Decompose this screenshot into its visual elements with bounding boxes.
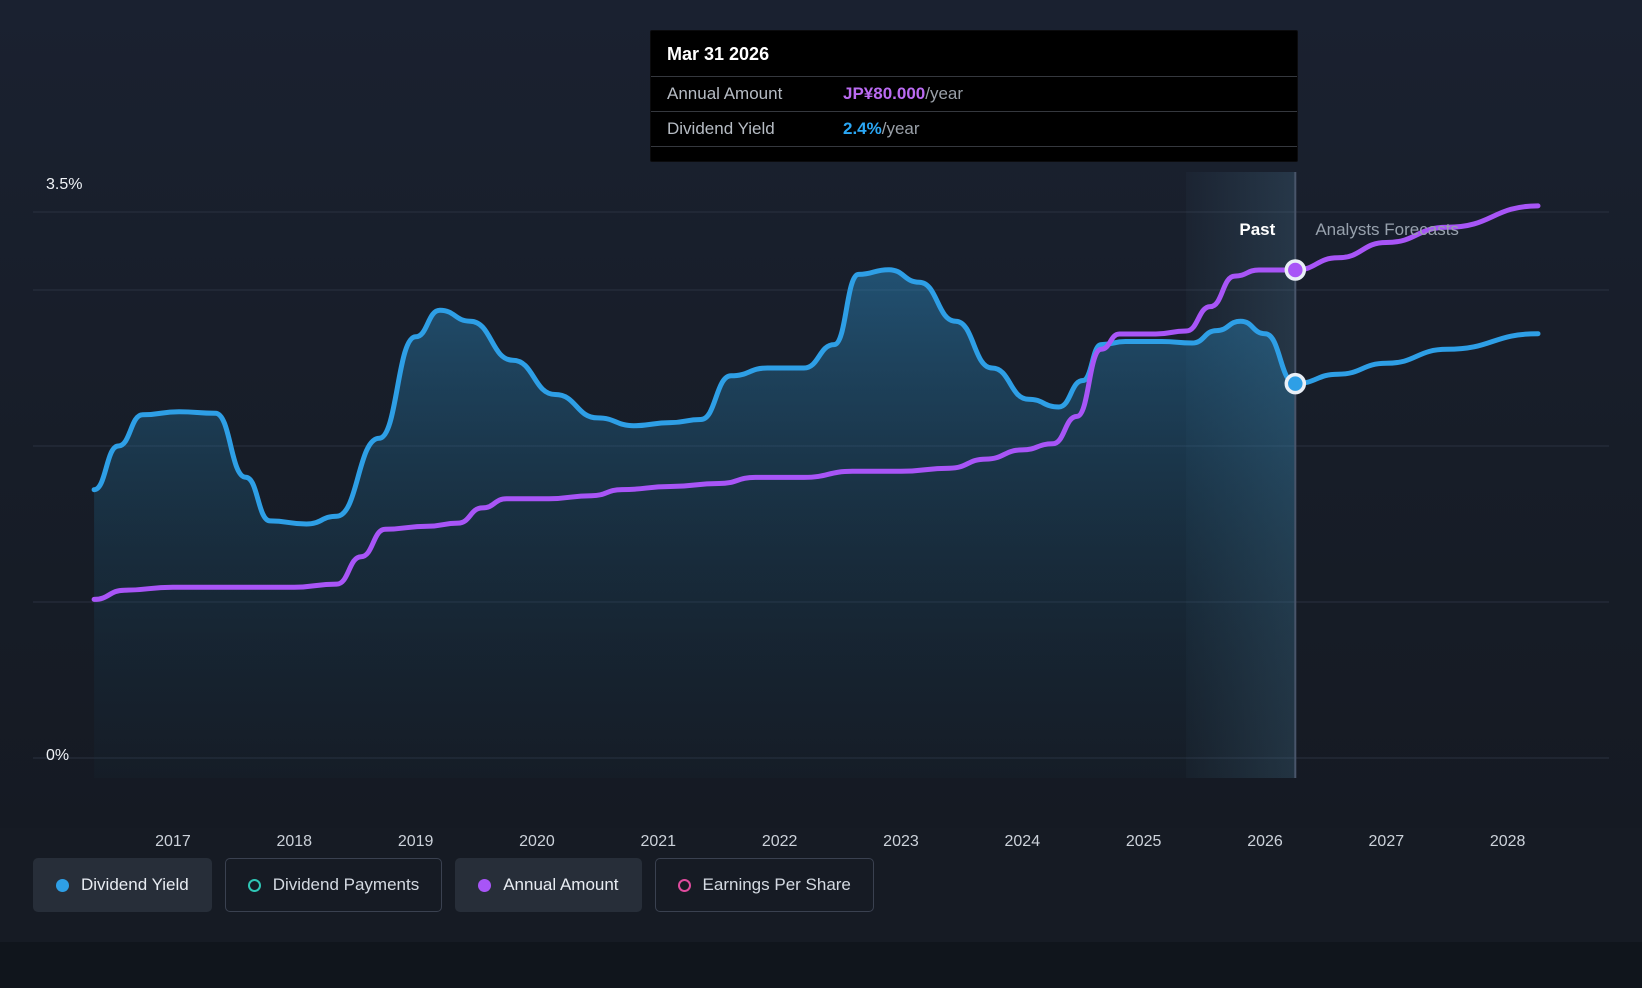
tooltip-date: Mar 31 2026 xyxy=(651,31,1297,76)
tooltip-row-suffix: /year xyxy=(882,119,920,138)
dividend-yield-line-forecast xyxy=(1295,334,1538,384)
x-axis-label-2023: 2023 xyxy=(861,833,941,851)
past-section-label: Past xyxy=(1183,220,1275,240)
legend-item-label: Annual Amount xyxy=(503,875,618,895)
legend-item-label: Earnings Per Share xyxy=(703,875,851,895)
dividend-yield-marker[interactable] xyxy=(1286,375,1304,393)
tooltip-row-value-group: JP¥80.000/year xyxy=(843,84,963,104)
bottom-bar xyxy=(0,942,1642,988)
x-axis-label-2024: 2024 xyxy=(982,833,1062,851)
tooltip-row-label: Dividend Yield xyxy=(667,119,843,139)
x-axis-label-2019: 2019 xyxy=(376,833,456,851)
legend-item-annual-amount[interactable]: Annual Amount xyxy=(455,858,641,912)
plot-region: 3.5% 0% Past Analysts Forecasts 20172018… xyxy=(0,0,1642,828)
filled-circle-icon xyxy=(56,879,69,892)
x-axis-label-2026: 2026 xyxy=(1225,833,1305,851)
y-axis-max-label: 3.5% xyxy=(46,176,82,194)
tooltip-row-annual-amount: Annual Amount JP¥80.000/year xyxy=(651,76,1297,111)
legend-item-earnings-per-share[interactable]: Earnings Per Share xyxy=(655,858,874,912)
dividend-history-chart: 3.5% 0% Past Analysts Forecasts 2017 2018… xyxy=(0,0,1642,988)
x-axis-label-2018: 2018 xyxy=(254,833,334,851)
legend-item-label: Dividend Yield xyxy=(81,875,189,895)
x-axis: 2017 2018 2019 2020 2021 2022 2023 2024 2025 2026… xyxy=(0,833,1642,857)
legend-item-dividend-payments[interactable]: Dividend Payments xyxy=(225,858,442,912)
open-circle-icon xyxy=(248,879,261,892)
y-axis-min-label: 0% xyxy=(46,747,69,765)
x-axis-label-2025: 2025 xyxy=(1104,833,1184,851)
filled-circle-icon xyxy=(478,879,491,892)
tooltip-row-label: Annual Amount xyxy=(667,84,843,104)
annual-amount-marker[interactable] xyxy=(1286,261,1304,279)
x-axis-label-2027: 2027 xyxy=(1346,833,1426,851)
chart-legend: Dividend Yield Dividend Payments Annual Am… xyxy=(33,858,874,912)
chart-tooltip: Mar 31 2026 Annual Amount JP¥80.000/year… xyxy=(650,30,1298,162)
legend-item-label: Dividend Payments xyxy=(273,875,419,895)
x-axis-label-2017: 2017 xyxy=(133,833,213,851)
x-axis-label-2028: 2028 xyxy=(1468,833,1548,851)
forecast-section-label: Analysts Forecasts xyxy=(1315,220,1459,240)
open-circle-icon xyxy=(678,879,691,892)
tooltip-dividend-yield-value: 2.4% xyxy=(843,119,882,138)
tooltip-row-dividend-yield: Dividend Yield 2.4%/year xyxy=(651,111,1297,147)
dividend-yield-area xyxy=(94,270,1295,778)
tooltip-row-value-group: 2.4%/year xyxy=(843,119,920,139)
legend-item-dividend-yield[interactable]: Dividend Yield xyxy=(33,858,212,912)
tooltip-annual-amount-value: JP¥80.000 xyxy=(843,84,925,103)
tooltip-row-suffix: /year xyxy=(925,84,963,103)
x-axis-label-2021: 2021 xyxy=(618,833,698,851)
x-axis-label-2022: 2022 xyxy=(740,833,820,851)
x-axis-label-2020: 2020 xyxy=(497,833,577,851)
